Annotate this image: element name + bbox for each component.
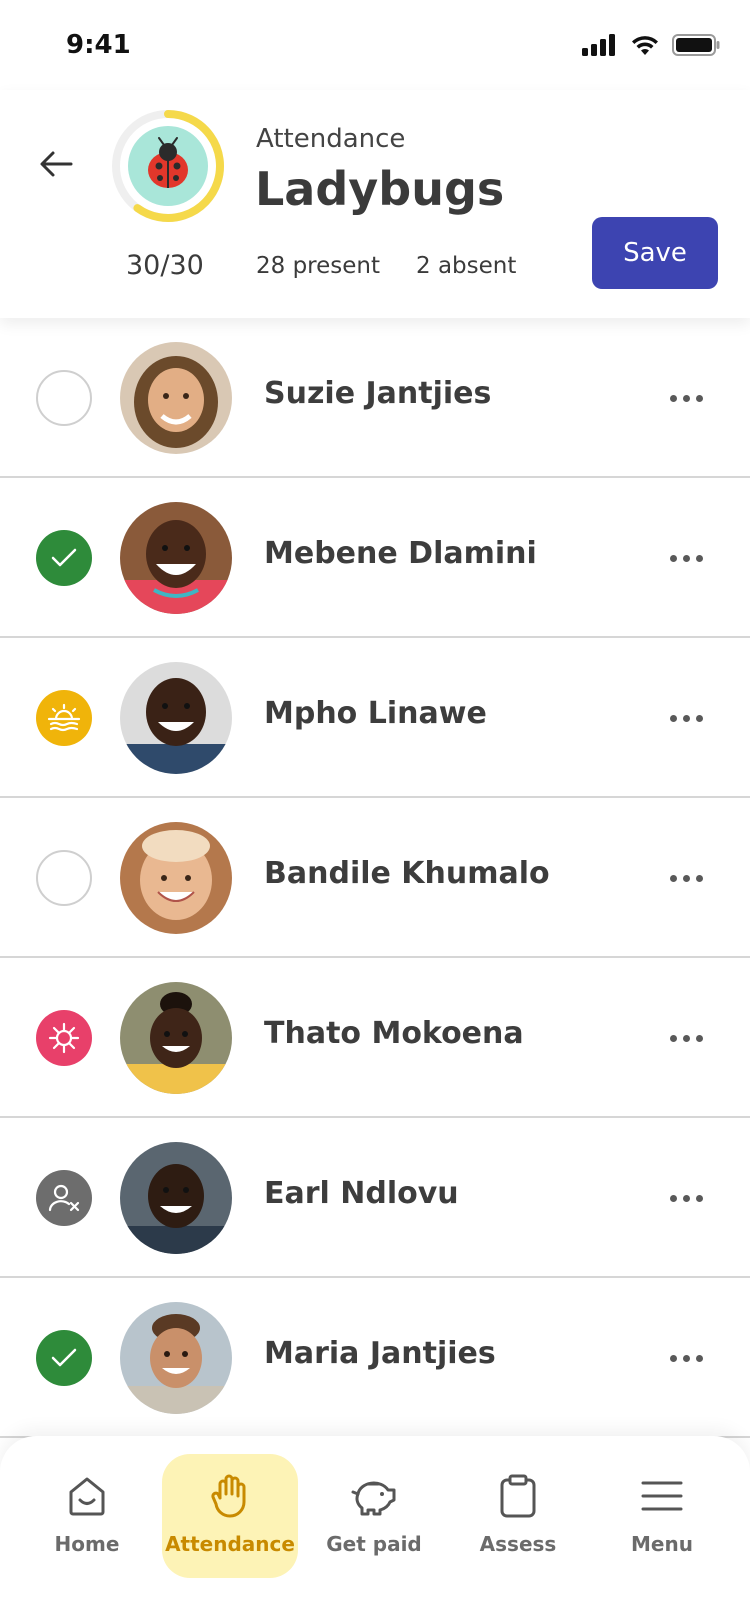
status-toggle-unmarked[interactable] (36, 850, 92, 906)
menu-icon (638, 1472, 686, 1520)
avatar (120, 662, 232, 774)
list-item[interactable]: Mpho Linawe (0, 638, 750, 798)
avatar (120, 1142, 232, 1254)
child-name: Bandile Khumalo (264, 856, 550, 891)
status-toggle-present[interactable] (36, 1330, 92, 1386)
class-progress-avatar (112, 110, 224, 222)
children-list: Suzie Jantjies Mebene Dlamini Mpho Linaw… (0, 318, 750, 1438)
piggy-bank-icon (350, 1472, 398, 1520)
absent-count: 2 absent (416, 253, 517, 279)
sunrise-icon (47, 703, 81, 732)
more-options-button[interactable] (660, 1182, 712, 1214)
nav-item-home[interactable]: Home (19, 1454, 155, 1578)
signal-icon (582, 34, 615, 56)
list-item[interactable]: Earl Ndlovu (0, 1118, 750, 1278)
more-options-button[interactable] (660, 382, 712, 414)
check-icon (51, 548, 77, 567)
nav-label: Menu (631, 1532, 693, 1556)
more-options-button[interactable] (660, 1342, 712, 1374)
nav-item-menu[interactable]: Menu (594, 1454, 730, 1578)
back-button[interactable] (32, 140, 80, 188)
battery-icon (672, 34, 720, 56)
arrow-left-icon (40, 151, 73, 177)
avatar (120, 822, 232, 934)
child-name: Thato Mokoena (264, 1016, 524, 1051)
save-button[interactable]: Save (592, 217, 718, 289)
page-subtitle: Attendance (256, 124, 406, 154)
child-name: Mebene Dlamini (264, 536, 537, 571)
wifi-icon (632, 36, 658, 55)
list-item[interactable]: Mebene Dlamini (0, 478, 750, 638)
status-toggle-unmarked[interactable] (36, 370, 92, 426)
list-item[interactable]: Thato Mokoena (0, 958, 750, 1118)
check-icon (51, 1348, 77, 1367)
user-x-icon (48, 1184, 80, 1212)
status-bar: 9:41 (0, 0, 750, 90)
status-time: 9:41 (66, 30, 131, 60)
home-icon (63, 1472, 111, 1520)
nav-label: Get paid (326, 1532, 422, 1556)
list-item[interactable]: Bandile Khumalo (0, 798, 750, 958)
list-item[interactable]: Maria Jantjies (0, 1278, 750, 1438)
status-toggle-absent[interactable] (36, 1170, 92, 1226)
status-icons (582, 34, 720, 56)
attendance-total-count: 30/30 (126, 250, 204, 281)
nav-label: Attendance (165, 1532, 295, 1556)
child-name: Maria Jantjies (264, 1336, 496, 1371)
more-options-button[interactable] (660, 862, 712, 894)
bottom-navigation: Home Attendance Get paid Assess Menu (0, 1436, 750, 1624)
avatar (120, 502, 232, 614)
child-name: Suzie Jantjies (264, 376, 492, 411)
nav-label: Assess (479, 1532, 557, 1556)
present-count: 28 present (256, 253, 381, 279)
avatar (120, 982, 232, 1094)
attendance-header: Attendance Ladybugs 30/30 28 present 2 a… (0, 90, 750, 318)
nav-item-attendance[interactable]: Attendance (162, 1454, 298, 1578)
page-title: Ladybugs (255, 162, 505, 216)
nav-label: Home (54, 1532, 120, 1556)
virus-icon (48, 1022, 80, 1054)
nav-item-assess[interactable]: Assess (450, 1454, 586, 1578)
child-name: Mpho Linawe (264, 696, 487, 731)
status-toggle-late[interactable] (36, 690, 92, 746)
status-toggle-sick[interactable] (36, 1010, 92, 1066)
nav-item-get-paid[interactable]: Get paid (306, 1454, 442, 1578)
status-toggle-present[interactable] (36, 530, 92, 586)
more-options-button[interactable] (660, 542, 712, 574)
child-name: Earl Ndlovu (264, 1176, 459, 1211)
avatar (120, 1302, 232, 1414)
list-item[interactable]: Suzie Jantjies (0, 318, 750, 478)
more-options-button[interactable] (660, 1022, 712, 1054)
avatar (120, 342, 232, 454)
more-options-button[interactable] (660, 702, 712, 734)
hand-icon (206, 1472, 254, 1520)
clipboard-icon (494, 1472, 542, 1520)
